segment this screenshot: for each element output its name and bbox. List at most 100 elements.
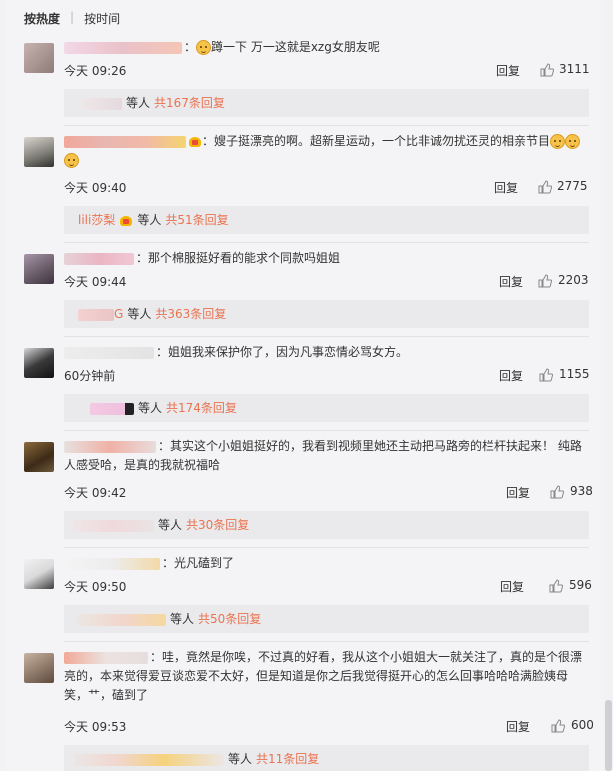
thumbs-up-icon (549, 579, 563, 593)
replies-count-link[interactable]: 共50条回复 (198, 612, 261, 626)
avatar[interactable] (24, 559, 54, 589)
replier-blurred (82, 97, 122, 110)
comment-time: 今天 09:26 (64, 64, 127, 78)
comment-text: 那个棉服挺好看的能求个同款吗姐姐 (148, 251, 341, 265)
reply-summary[interactable]: lili莎梨 等人 共51条回复 (64, 206, 589, 234)
reply-button[interactable]: 回复 (496, 62, 520, 79)
doge-emoji-icon (196, 40, 212, 55)
replies-label: 等人 (127, 307, 152, 321)
reply-button[interactable]: 回复 (506, 484, 530, 501)
replies-count-link[interactable]: 共167条回复 (154, 96, 225, 110)
like-count: 600 (571, 718, 594, 732)
username-blurred[interactable] (64, 651, 148, 664)
like-count: 596 (569, 578, 592, 592)
replier-blurred (74, 753, 224, 766)
replies-label: 等人 (138, 401, 163, 415)
replies-label: 等人 (228, 752, 253, 766)
thumbs-up-icon (538, 274, 552, 288)
doge-emoji-icon (64, 153, 79, 168)
username-blurred[interactable] (64, 252, 134, 265)
avatar[interactable] (24, 348, 54, 378)
comment-text-row: ：那个棉服挺好看的能求个同款吗姐姐 (64, 249, 589, 268)
replies-label: 等人 (158, 518, 183, 532)
sort-divider: | (70, 10, 75, 24)
comment-text-row: ：光凡磕到了 (64, 554, 589, 573)
replies-label: 等人 (170, 612, 195, 626)
comment-time: 今天 09:50 (64, 580, 127, 594)
comments-panel: 按热度 | 按时间 ：蹲一下 万一这就是xzg女朋友呢 今天 09:26 回复 … (6, 0, 604, 771)
comment-text: 蹲一下 万一这就是xzg女朋友呢 (211, 40, 380, 54)
comment-text: 姐姐我来保护你了，因为凡事恋情必骂女方。 (168, 345, 409, 359)
username-blurred[interactable] (64, 135, 186, 148)
comment-time: 60分钟前 (64, 369, 116, 383)
sort-by-time-tab[interactable]: 按时间 (84, 10, 120, 27)
like-count: 2203 (558, 273, 589, 287)
divider (64, 547, 589, 548)
username-blurred[interactable] (64, 346, 154, 359)
thumbs-up-icon (550, 485, 564, 499)
avatar[interactable] (24, 43, 54, 73)
comment-text-row: ：姐姐我来保护你了，因为凡事恋情必骂女方。 (64, 343, 589, 362)
thumbs-up-icon (539, 368, 553, 382)
reply-button[interactable]: 回复 (506, 718, 530, 735)
comment-text: 光凡磕到了 (174, 556, 235, 570)
divider (64, 125, 589, 126)
thumbs-up-icon (540, 63, 554, 77)
reply-summary[interactable]: 等人 共167条回复 (64, 89, 589, 117)
replier-link[interactable]: lili莎梨 (78, 213, 115, 227)
doge-emoji-icon (550, 134, 566, 149)
comment-time: 今天 09:44 (64, 275, 127, 289)
replier-blurred (78, 613, 166, 626)
reply-summary[interactable]: G 等人 共363条回复 (64, 300, 589, 328)
username-blurred[interactable] (64, 440, 156, 453)
doge-emoji-icon (565, 134, 581, 149)
reply-button[interactable]: 回复 (499, 367, 523, 384)
comment-text-row: ：嫂子挺漂亮的啊。超新星运动，一个比非诚勿扰还灵的相亲节目 (64, 132, 589, 170)
replier-blurred (78, 308, 114, 321)
replies-label: 等人 (137, 213, 162, 227)
scrollbar[interactable] (604, 0, 613, 771)
avatar[interactable] (24, 442, 54, 472)
reply-summary[interactable]: 等人 共50条回复 (64, 605, 589, 633)
comment-text-row: ：哇，竟然是你唉，不过真的好看，我从这个小姐姐大一就关注了，真的是个很漂亮的，本… (64, 650, 583, 702)
sort-bar: 按热度 | 按时间 (24, 10, 120, 27)
comment-text-row: ：其实这个小姐姐挺好的，我看到视频里她还主动把马路旁的栏杆扶起来！ 纯路人感受哈… (64, 439, 582, 472)
divider (64, 641, 589, 642)
comment-text: 嫂子挺漂亮的啊。超新星运动，一个比非诚勿扰还灵的相亲节目 (214, 134, 551, 148)
comment-time: 今天 09:42 (64, 486, 127, 500)
comment-time: 今天 09:40 (64, 181, 127, 195)
replier-link[interactable]: G (114, 307, 123, 321)
replies-count-link[interactable]: 共174条回复 (166, 401, 237, 415)
like-count: 3111 (559, 62, 590, 76)
avatar[interactable] (24, 653, 54, 683)
reply-summary[interactable]: 等人 共30条回复 (64, 511, 589, 539)
avatar[interactable] (24, 254, 54, 284)
reply-button[interactable]: 回复 (494, 179, 518, 196)
reply-button[interactable]: 回复 (499, 273, 523, 290)
thumbs-up-icon (538, 180, 552, 194)
replies-count-link[interactable]: 共363条回复 (155, 307, 226, 321)
reply-summary[interactable]: 等人 共11条回复 (64, 745, 589, 771)
divider (64, 242, 589, 243)
vip-crown-icon (188, 135, 202, 148)
replies-count-link[interactable]: 共30条回复 (186, 518, 249, 532)
reply-button[interactable]: 回复 (500, 578, 524, 595)
vip-crown-icon (119, 214, 133, 227)
reply-summary[interactable]: 等人 共174条回复 (64, 394, 589, 422)
replier-blurred (72, 519, 154, 532)
replies-count-link[interactable]: 共51条回复 (165, 213, 228, 227)
comment-text-row: ：蹲一下 万一这就是xzg女朋友呢 (64, 38, 589, 57)
divider (64, 336, 589, 337)
divider (64, 430, 589, 431)
avatar[interactable] (24, 137, 54, 167)
thumbs-up-icon (551, 719, 565, 733)
sort-by-hot-tab[interactable]: 按热度 (24, 10, 60, 27)
replies-count-link[interactable]: 共11条回复 (256, 752, 319, 766)
comment-time: 今天 09:53 (64, 720, 127, 734)
replier-blurred (90, 402, 134, 415)
scrollbar-thumb[interactable] (605, 700, 612, 771)
like-count: 2775 (557, 179, 588, 193)
username-blurred[interactable] (64, 41, 182, 54)
replies-label: 等人 (126, 96, 151, 110)
username-blurred[interactable] (64, 557, 160, 570)
